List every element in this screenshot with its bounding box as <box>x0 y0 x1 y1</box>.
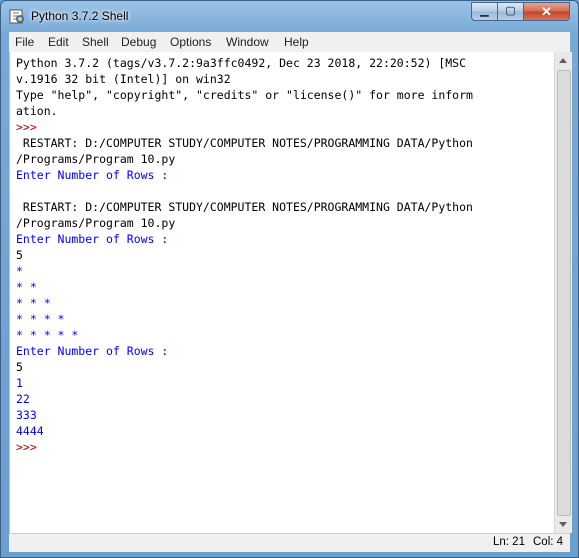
menu-file[interactable]: File <box>15 35 34 49</box>
shell-line: RESTART: D:/COMPUTER STUDY/COMPUTER NOTE… <box>16 136 473 150</box>
shell-line: Python 3.7.2 (tags/v3.7.2:9a3ffc0492, De… <box>16 56 467 70</box>
scroll-down-button[interactable] <box>555 516 572 533</box>
status-line-number: Ln: 21 <box>493 536 525 548</box>
shell-line: ation. <box>16 104 58 118</box>
menu-window[interactable]: Window <box>226 35 269 49</box>
status-bar: Ln: 21 Col: 4 <box>9 533 570 552</box>
maximize-button[interactable]: ▢ <box>497 2 524 21</box>
scrollbar-thumb[interactable] <box>557 70 571 516</box>
title-bar[interactable]: Python 3.7.2 Shell ▁ ▢ ✕ <box>1 1 578 31</box>
menu-edit[interactable]: Edit <box>48 35 69 49</box>
menu-help[interactable]: Help <box>284 35 309 49</box>
arrow-up-icon <box>559 58 567 63</box>
shell-line: RESTART: D:/COMPUTER STUDY/COMPUTER NOTE… <box>16 200 473 214</box>
shell-line: 5 <box>16 360 23 374</box>
shell-line: Enter Number of Rows : <box>16 232 169 246</box>
shell-line: * * * * * <box>16 328 79 342</box>
menu-shell[interactable]: Shell <box>82 35 109 49</box>
menu-options[interactable]: Options <box>170 35 211 49</box>
shell-line: Enter Number of Rows : <box>16 344 169 358</box>
idle-shell-window: Python 3.7.2 Shell ▁ ▢ ✕ File Edit Shell… <box>0 0 579 558</box>
shell-line: * * <box>16 280 37 294</box>
shell-text-area[interactable]: Python 3.7.2 (tags/v3.7.2:9a3ffc0492, De… <box>9 52 555 533</box>
shell-line: * * * * <box>16 312 65 326</box>
close-button[interactable]: ✕ <box>523 2 570 21</box>
minimize-button[interactable]: ▁ <box>471 2 498 21</box>
scroll-up-button[interactable] <box>555 52 572 69</box>
shell-line: /Programs/Program 10.py <box>16 152 176 166</box>
shell-line: Type "help", "copyright", "credits" or "… <box>16 88 473 102</box>
arrow-down-icon <box>559 522 567 527</box>
shell-line: 5 <box>16 248 23 262</box>
shell-line: * <box>16 264 23 278</box>
shell-line: 22 <box>16 392 30 406</box>
menu-bar: File Edit Shell Debug Options Window Hel… <box>9 32 570 53</box>
vertical-scrollbar[interactable] <box>554 52 572 533</box>
shell-line: /Programs/Program 10.py <box>16 216 176 230</box>
shell-line: 1 <box>16 376 23 390</box>
shell-line: 4444 <box>16 424 44 438</box>
shell-line: * * * <box>16 296 51 310</box>
shell-line: v.1916 32 bit (Intel)] on win32 <box>16 72 231 86</box>
window-title: Python 3.7.2 Shell <box>31 9 129 23</box>
menu-debug[interactable]: Debug <box>121 35 156 49</box>
shell-line: Enter Number of Rows : <box>16 168 169 182</box>
status-column-number: Col: 4 <box>533 536 564 548</box>
shell-line: >>> <box>16 440 37 454</box>
shell-line: >>> <box>16 120 37 134</box>
python-idle-icon <box>9 9 24 24</box>
shell-line: 333 <box>16 408 37 422</box>
